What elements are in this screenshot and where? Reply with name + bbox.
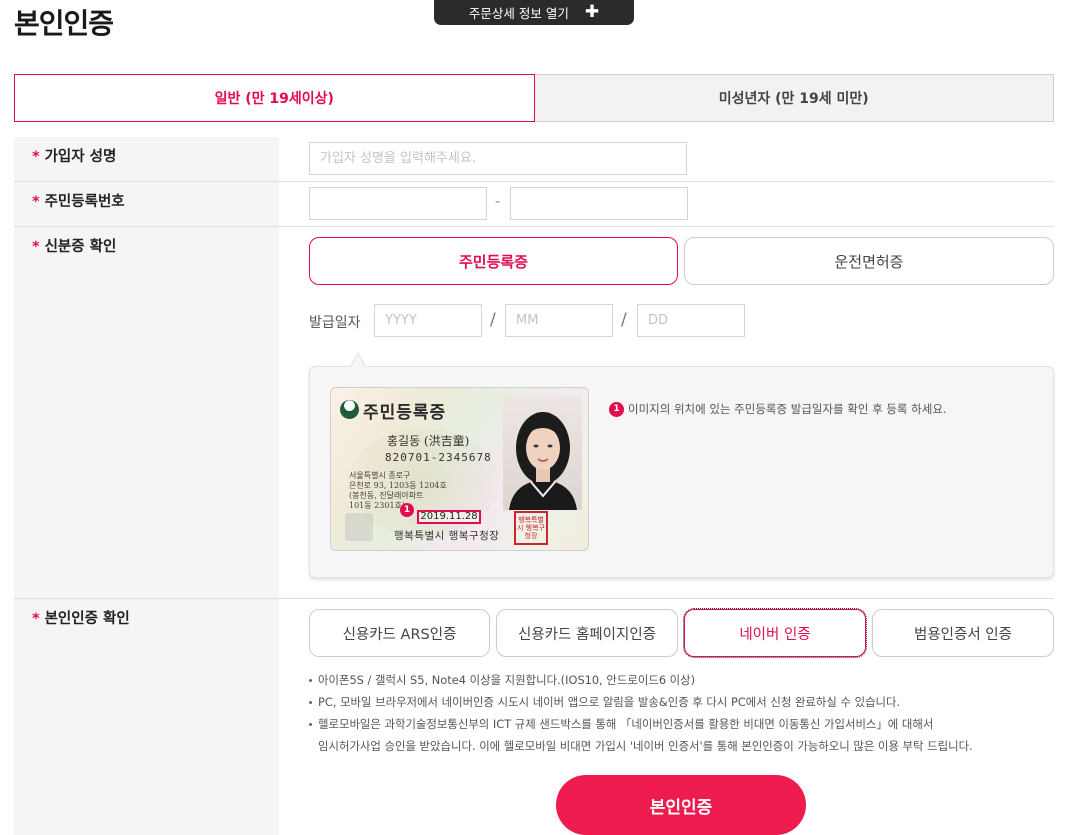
- id-option-drivers-license[interactable]: 운전면허증: [684, 237, 1054, 285]
- guide-note-text: 이미지의 위치에 있는 주민등록증 발급일자를 확인 후 등록 하세요.: [628, 402, 947, 416]
- issue-month-input[interactable]: [505, 304, 613, 337]
- auth-option-card-homepage[interactable]: 신용카드 홈페이지인증: [496, 609, 678, 657]
- rrn-label: * 주민등록번호: [32, 190, 125, 211]
- rrn-second-input[interactable]: [510, 187, 688, 220]
- order-details-toggle-label: 주문상세 정보 열기: [468, 6, 569, 21]
- date-separator: /: [490, 310, 496, 330]
- required-mark: *: [32, 239, 40, 255]
- required-mark: *: [32, 194, 40, 210]
- auth-note: 헬로모바일은 과학기술정보통신부의 ICT 규제 샌드박스를 통해 「네이버인증…: [309, 713, 973, 735]
- id-check-label-text: 신분증 확인: [44, 239, 117, 255]
- issue-date-label: 발급일자: [309, 315, 361, 331]
- guide-pointer-inner: [351, 354, 365, 368]
- card-stamp: 행복특별시 행복구청장: [514, 511, 548, 545]
- tab-minor[interactable]: 미성년자 (만 19세 미만): [534, 74, 1054, 122]
- auth-option-certificate[interactable]: 범용인증서 인증: [872, 609, 1054, 657]
- emblem-icon: [340, 400, 359, 419]
- row-divider: [14, 181, 1054, 182]
- auth-option-naver[interactable]: 네이버 인증: [683, 608, 867, 658]
- auth-note-continuation: 임시허가사업 승인을 받았습니다. 이에 헬로모바일 비대면 가입시 '네이버 …: [318, 739, 973, 753]
- card-address-line: (봉천동, 진달래아파트: [349, 491, 424, 500]
- page-title: 본인인증: [14, 7, 114, 40]
- name-label: * 가입자 성명: [32, 145, 116, 166]
- issue-day-input[interactable]: [637, 304, 745, 337]
- id-option-resident-card[interactable]: 주민등록증: [309, 237, 678, 285]
- card-ghost-photo: [345, 513, 373, 541]
- row-divider: [14, 226, 1054, 227]
- card-issuer: 행복특별시 행복구청장: [394, 530, 500, 542]
- card-address-line: 서울특별시 종로구: [349, 471, 411, 480]
- card-photo: [503, 396, 582, 510]
- required-mark: *: [32, 611, 40, 627]
- age-tabs: 일반 (만 19세이상) 미성년자 (만 19세 미만): [14, 74, 1054, 122]
- auth-notes: 아이폰5S / 갤럭시 S5, Note4 이상을 지원합니다.(IOS10, …: [309, 669, 973, 757]
- rrn-label-text: 주민등록번호: [44, 194, 125, 210]
- date-separator: /: [621, 310, 627, 330]
- card-issue-date: 2019.11.28: [417, 510, 481, 524]
- auth-label-text: 본인인증 확인: [44, 611, 130, 627]
- auth-label: * 본인인증 확인: [32, 607, 130, 628]
- id-check-label: * 신분증 확인: [32, 235, 116, 256]
- verify-submit-button[interactable]: 본인인증: [556, 775, 806, 835]
- sample-id-card: 주민등록증 홍길동 (洪吉童) 820701-2345678 서울특별시 종로구…: [330, 387, 589, 551]
- card-address-line: 은천로 93, 1203동 1204호: [349, 481, 447, 490]
- card-holder-name: 홍길동 (洪吉童): [387, 434, 470, 448]
- card-title: 주민등록증: [363, 403, 447, 423]
- note-number-badge: 1: [609, 401, 624, 417]
- auth-note: PC, 모바일 브라우저에서 네이버인증 시도시 네이버 앱으로 알림을 발송&…: [309, 691, 973, 713]
- rrn-separator: -: [495, 194, 501, 210]
- auth-note: 아이폰5S / 갤럭시 S5, Note4 이상을 지원합니다.(IOS10, …: [309, 669, 973, 691]
- card-number: 820701-2345678: [385, 451, 492, 464]
- required-mark: *: [32, 149, 40, 165]
- name-label-text: 가입자 성명: [44, 149, 117, 165]
- guide-note: 1 이미지의 위치에 있는 주민등록증 발급일자를 확인 후 등록 하세요.: [609, 401, 947, 417]
- plus-icon: ✚: [584, 2, 600, 22]
- tab-adult[interactable]: 일반 (만 19세이상): [14, 74, 535, 122]
- rrn-first-input[interactable]: [309, 187, 487, 220]
- card-number-badge: 1: [400, 503, 414, 517]
- order-details-toggle[interactable]: 주문상세 정보 열기 ✚: [434, 0, 634, 25]
- name-input[interactable]: [309, 142, 687, 175]
- issue-year-input[interactable]: [374, 304, 482, 337]
- row-divider: [14, 598, 1054, 599]
- card-address: 서울특별시 종로구 은천로 93, 1203동 1204호 (봉천동, 진달래아…: [349, 471, 447, 511]
- auth-option-card-ars[interactable]: 신용카드 ARS인증: [309, 609, 490, 657]
